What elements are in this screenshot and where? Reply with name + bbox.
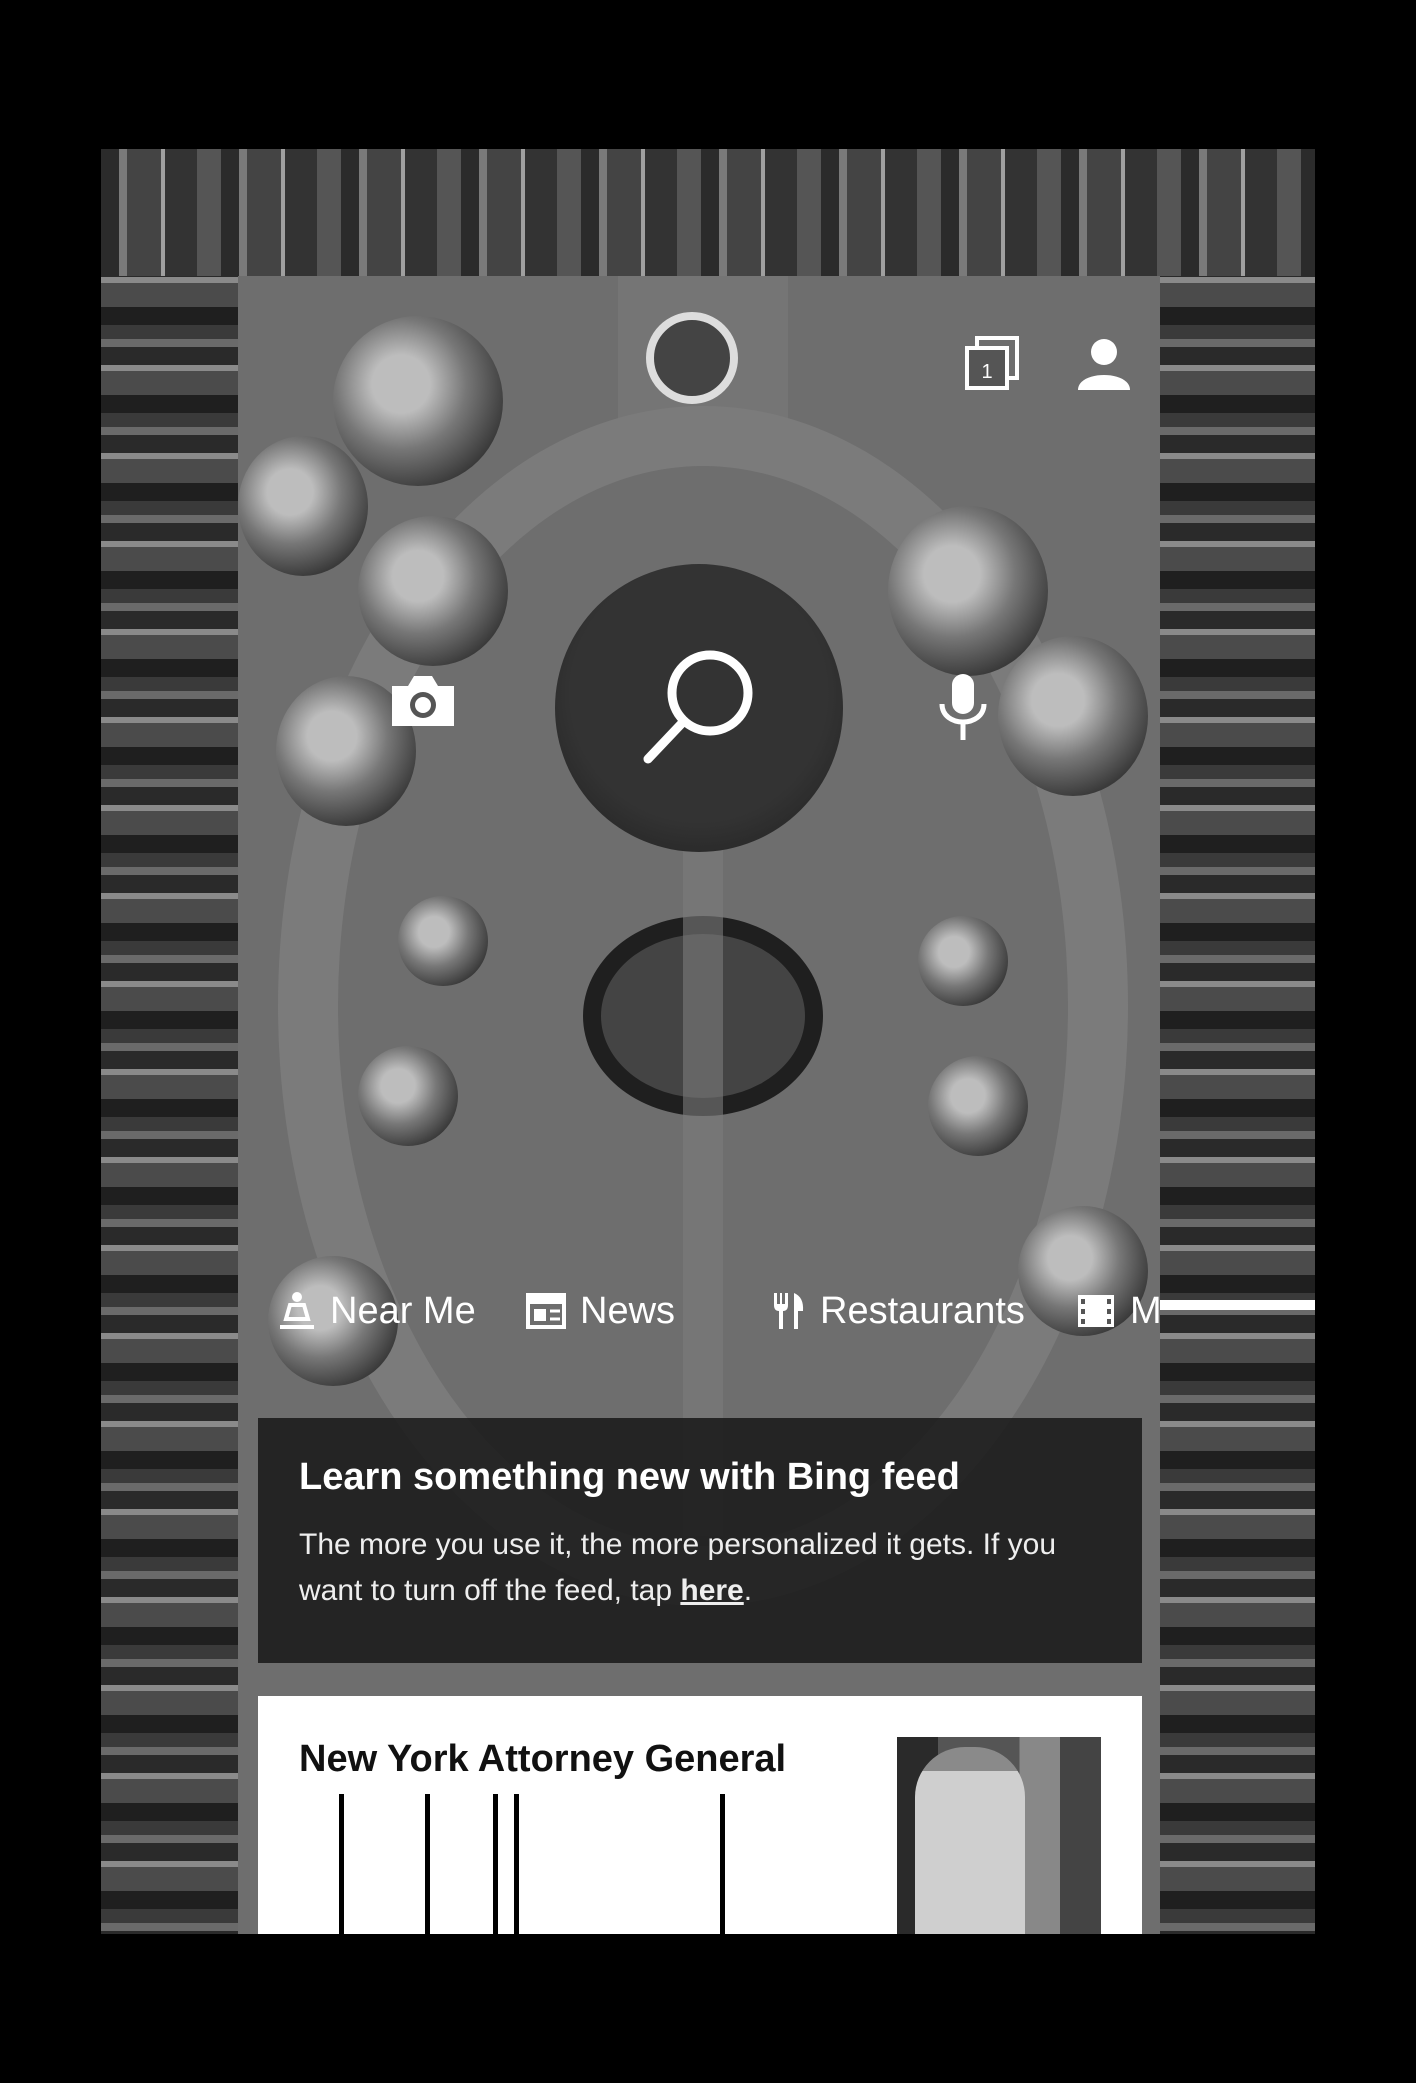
news-card-title: New York Attorney General bbox=[299, 1738, 787, 1780]
promo-body-end: . bbox=[743, 1574, 753, 1607]
chip-label: Restaurants bbox=[820, 1289, 1025, 1332]
restaurant-icon bbox=[774, 1293, 804, 1329]
chip-news[interactable]: News bbox=[526, 1276, 675, 1346]
movies-icon bbox=[1078, 1295, 1114, 1327]
tree bbox=[998, 636, 1148, 796]
text-placeholder-line bbox=[425, 1794, 430, 1934]
news-card[interactable]: New York Attorney General bbox=[258, 1696, 1142, 1934]
text-placeholder-line bbox=[493, 1794, 498, 1934]
profile-icon[interactable] bbox=[1074, 332, 1134, 392]
tabs-count: 1 bbox=[981, 361, 992, 383]
turn-off-feed-link[interactable]: here bbox=[680, 1574, 743, 1607]
text-placeholder-line bbox=[339, 1794, 344, 1934]
tree bbox=[333, 316, 503, 486]
thumbnail-portrait bbox=[915, 1747, 1025, 1934]
tree bbox=[358, 1046, 458, 1146]
bing-home-screen: 1 Near Me News Restaurants M Learn somet… bbox=[238, 276, 1160, 1934]
tree bbox=[888, 506, 1048, 676]
text-placeholder-line bbox=[720, 1794, 725, 1934]
tree bbox=[238, 436, 368, 576]
promo-title: Learn something new with Bing feed bbox=[299, 1456, 960, 1498]
text-placeholder-line bbox=[514, 1794, 519, 1934]
tree bbox=[358, 516, 508, 666]
chip-restaurants[interactable]: Restaurants bbox=[770, 1276, 1025, 1346]
camera-icon[interactable] bbox=[388, 672, 458, 730]
top-path bbox=[618, 276, 788, 466]
chip-label: Near Me bbox=[330, 1289, 476, 1332]
chip-near-me[interactable]: Near Me bbox=[278, 1276, 476, 1346]
chip-movies[interactable]: Mov bbox=[1076, 1276, 1160, 1346]
quick-links-bar: Near Me News Restaurants M bbox=[278, 1276, 1160, 1346]
microphone-icon[interactable] bbox=[938, 672, 988, 744]
tree bbox=[928, 1056, 1028, 1156]
chip-label: News bbox=[580, 1289, 676, 1332]
near-me-icon bbox=[280, 1292, 314, 1329]
bing-feed-promo: Learn something new with Bing feed The m… bbox=[258, 1418, 1142, 1663]
search-icon bbox=[643, 650, 753, 764]
news-icon bbox=[526, 1293, 566, 1329]
search-button[interactable] bbox=[555, 564, 843, 852]
screenshot-frame-top bbox=[101, 149, 1315, 276]
tabs-icon[interactable]: 1 bbox=[963, 334, 1023, 394]
chip-label: Mov bbox=[1130, 1289, 1160, 1332]
promo-body: The more you use it, the more personaliz… bbox=[299, 1522, 1099, 1614]
edge-streak bbox=[1160, 1300, 1315, 1310]
tree bbox=[918, 916, 1008, 1006]
promo-body-text: The more you use it, the more personaliz… bbox=[299, 1528, 1057, 1607]
news-thumbnail bbox=[897, 1737, 1101, 1934]
tree bbox=[398, 896, 488, 986]
